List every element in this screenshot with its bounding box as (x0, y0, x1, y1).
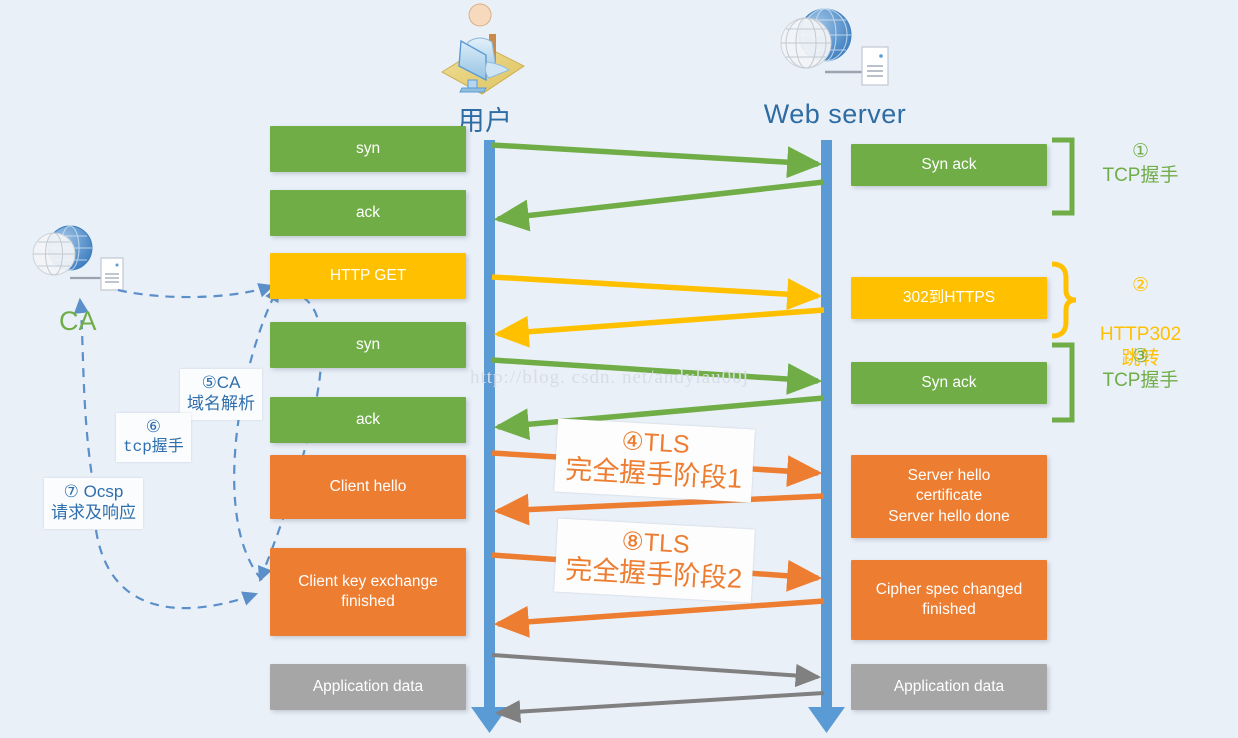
client-msg-client-key-exchange[interactable]: Client key exchange finished (270, 548, 466, 636)
client-lifeline (471, 140, 508, 733)
client-msg-ack-1[interactable]: ack (270, 190, 466, 236)
ca-callout-tcp: ⑥ tcp握手 (116, 413, 191, 463)
server-actor-title: Web server (763, 99, 907, 129)
server-msg-302-https[interactable]: 302到HTTPS (851, 277, 1047, 319)
phase-1-number: ① (1131, 141, 1150, 162)
ca-callout-dns: ⑤CA 域名解析 (180, 369, 262, 420)
phase-3-label: ③ TCP握手 (1078, 345, 1203, 394)
arrow-cipher-spec (493, 598, 825, 638)
ca-server-icon (32, 225, 124, 291)
arrow-http-302 (493, 307, 825, 348)
ca-callout-ocsp-line1: ⑦ Ocsp (63, 482, 124, 501)
server-msg-server-hello[interactable]: Server hello certificate Server hello do… (851, 455, 1047, 538)
watermark-text: http://blog. csdn. net/andylau00j (470, 367, 749, 388)
ca-callout-tcp-line1: ⑥ (145, 417, 162, 436)
client-msg-ack-2[interactable]: ack (270, 397, 466, 443)
ca-label: CA (59, 306, 97, 336)
tls-callout-phase-2: ⑧TLS 完全握手阶段2 (554, 518, 755, 603)
client-msg-client-hello[interactable]: Client hello (270, 455, 466, 519)
arrow-server-hello (493, 493, 825, 526)
client-msg-http-get[interactable]: HTTP GET (270, 253, 466, 299)
server-msg-app-data[interactable]: Application data (851, 664, 1047, 710)
arrow-app-data-out (491, 653, 822, 688)
ca-callout-dns-line1: ⑤CA (201, 373, 241, 392)
ca-callout-tcp-line2: tcp握手 (123, 438, 184, 457)
client-actor-icon (441, 3, 525, 95)
arrow-synack-1 (493, 179, 825, 232)
phase-3-number: ③ (1131, 346, 1150, 367)
ca-callout-ocsp: ⑦ Ocsp 请求及响应 (44, 478, 143, 529)
ca-callout-dns-line2: 域名解析 (187, 394, 255, 414)
server-msg-syn-ack-1[interactable]: Syn ack (851, 144, 1047, 186)
client-msg-syn-1[interactable]: syn (270, 126, 466, 172)
tls-callout-phase-1: ④TLS 完全握手阶段1 (554, 418, 755, 503)
brace-phase-3 (1052, 342, 1075, 423)
client-msg-syn-2[interactable]: syn (270, 322, 466, 368)
brace-phase-2 (1051, 261, 1077, 339)
phase-2-number: ② (1131, 275, 1150, 297)
server-msg-cipher-spec[interactable]: Cipher spec changed finished (851, 560, 1047, 640)
server-lifeline (808, 140, 845, 733)
server-actor-icon (780, 8, 889, 86)
brace-phase-1 (1052, 137, 1075, 216)
arrow-ca-doc-link (117, 283, 275, 299)
ca-callout-ocsp-line2: 请求及响应 (51, 503, 136, 523)
phase-1-label: ① TCP握手 (1078, 140, 1203, 189)
arrow-syn-1 (491, 142, 823, 179)
arrow-app-data-in (494, 691, 825, 724)
phase-1-text: TCP握手 (1102, 165, 1179, 187)
arrow-ocsp-down (94, 529, 259, 610)
arrow-synack-2 (493, 395, 825, 441)
client-msg-app-data[interactable]: Application data (270, 664, 466, 710)
sequence-diagram: 用户 Web server CA http://blog. csdn. net/… (0, 0, 1238, 738)
phase-braces (1051, 137, 1077, 423)
phase-3-text: TCP握手 (1102, 370, 1179, 392)
server-msg-syn-ack-2[interactable]: Syn ack (851, 362, 1047, 404)
arrow-http-get (491, 274, 823, 311)
